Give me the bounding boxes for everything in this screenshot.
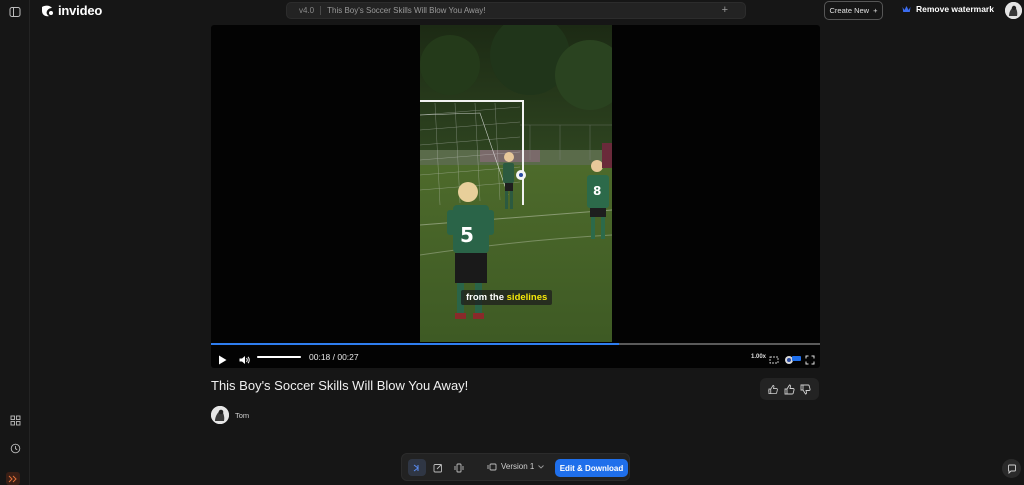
video-player[interactable]: 8 5 from the sidelines 00:18 / 00:27 1.0… bbox=[211, 25, 820, 368]
volume-slider[interactable] bbox=[257, 356, 301, 358]
bottom-toolbar: Version 1 Edit & Download bbox=[401, 453, 630, 481]
create-new-button[interactable]: Create New + bbox=[824, 1, 883, 20]
video-frame: 8 5 from the sidelines bbox=[420, 25, 612, 342]
play-icon[interactable] bbox=[218, 352, 227, 365]
apps-grid-icon[interactable] bbox=[7, 412, 23, 428]
volume-fill bbox=[257, 356, 301, 358]
remove-watermark-label: Remove watermark bbox=[916, 4, 994, 14]
player-controls: 00:18 / 00:27 1.00x bbox=[211, 346, 820, 368]
edit-icon[interactable] bbox=[429, 459, 447, 476]
chevron-down-icon bbox=[538, 464, 545, 469]
invideo-logo[interactable]: invideo bbox=[40, 3, 102, 18]
left-rail bbox=[0, 0, 30, 485]
project-title-bar[interactable]: v4.0 This Boy's Soccer Skills Will Blow … bbox=[286, 2, 746, 19]
time-display: 00:18 / 00:27 bbox=[309, 352, 359, 362]
fullscreen-icon[interactable] bbox=[805, 352, 815, 365]
reaction-bar bbox=[760, 378, 819, 400]
video-icon[interactable] bbox=[408, 459, 426, 476]
invideo-logo-icon bbox=[42, 5, 53, 16]
logo-text: invideo bbox=[58, 3, 103, 18]
thumbs-down-icon[interactable] bbox=[800, 384, 811, 395]
theater-mode-icon[interactable] bbox=[769, 352, 779, 364]
author-avatar[interactable] bbox=[211, 406, 229, 424]
playback-speed[interactable]: 1.00x bbox=[751, 354, 766, 360]
crown-icon bbox=[902, 6, 911, 12]
divider bbox=[320, 6, 322, 15]
project-title: This Boy's Soccer Skills Will Blow You A… bbox=[327, 6, 486, 15]
progress-bar[interactable] bbox=[211, 343, 820, 345]
video-title: This Boy's Soccer Skills Will Blow You A… bbox=[211, 378, 469, 393]
expand-chevrons-icon[interactable] bbox=[6, 472, 20, 485]
user-avatar[interactable] bbox=[1005, 2, 1022, 19]
thumbs-up-double-icon[interactable] bbox=[767, 384, 779, 395]
author-name[interactable]: Tom bbox=[235, 411, 249, 420]
sidebar-toggle-icon[interactable] bbox=[7, 4, 23, 20]
mobile-frame-icon[interactable] bbox=[450, 459, 468, 476]
progress-fill bbox=[211, 343, 620, 345]
version-icon bbox=[487, 463, 497, 470]
video-caption: from the sidelines bbox=[461, 290, 553, 305]
plus-icon: + bbox=[873, 6, 878, 15]
jersey-number-8: 8 bbox=[593, 184, 601, 198]
add-tab-icon[interactable]: + bbox=[722, 4, 728, 16]
jersey-number-5: 5 bbox=[460, 223, 474, 247]
version-label: v4.0 bbox=[299, 6, 315, 15]
version-selector[interactable]: Version 1 bbox=[487, 462, 545, 471]
create-new-label: Create New bbox=[829, 6, 870, 15]
volume-icon[interactable] bbox=[239, 352, 251, 364]
top-bar: invideo v4.0 This Boy's Soccer Skills Wi… bbox=[30, 0, 1024, 22]
caption-text: from the bbox=[466, 292, 504, 303]
version-selector-label: Version 1 bbox=[501, 462, 535, 471]
edit-download-button[interactable]: Edit & Download bbox=[555, 459, 628, 477]
watermark-logo-icon bbox=[784, 352, 802, 364]
thumbs-up-icon[interactable] bbox=[784, 384, 795, 395]
remove-watermark-button[interactable]: Remove watermark bbox=[902, 4, 994, 14]
chat-support-icon[interactable] bbox=[1002, 459, 1021, 478]
caption-highlight: sidelines bbox=[506, 292, 548, 303]
history-icon[interactable] bbox=[7, 440, 23, 456]
